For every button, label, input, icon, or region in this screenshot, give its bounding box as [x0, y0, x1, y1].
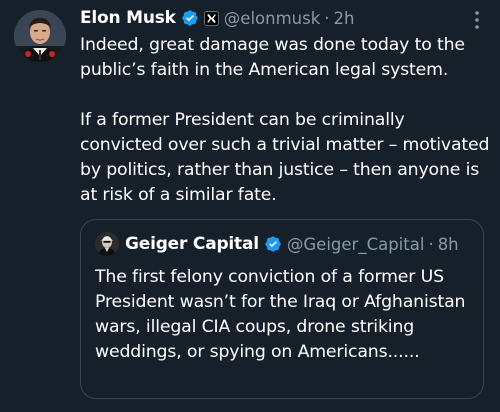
- quoted-author-avatar[interactable]: [95, 232, 119, 256]
- quoted-tweet-text: The first felony conviction of a former …: [95, 267, 466, 362]
- author-handle[interactable]: @elonmusk: [224, 9, 320, 28]
- tweet-header: Elon Musk @elonmusk · 2h: [80, 6, 355, 30]
- author-avatar[interactable]: [14, 10, 66, 62]
- timestamp[interactable]: 2h: [334, 9, 355, 28]
- quoted-author-name[interactable]: Geiger Capital: [125, 234, 259, 254]
- separator-dot: ·: [324, 8, 330, 28]
- more-options-icon[interactable]: [474, 10, 480, 30]
- author-name[interactable]: Elon Musk: [80, 8, 176, 28]
- quoted-tweet-header: Geiger Capital @Geiger_Capital · 8h: [95, 232, 459, 256]
- quoted-author-handle[interactable]: @Geiger_Capital: [287, 235, 425, 254]
- tweet[interactable]: Elon Musk @elonmusk · 2h Indeed, great d…: [0, 0, 500, 412]
- quoted-tweet[interactable]: Geiger Capital @Geiger_Capital · 8h The …: [80, 219, 484, 399]
- quoted-verified-badge-icon[interactable]: [264, 235, 282, 253]
- quoted-timestamp[interactable]: 8h: [438, 235, 459, 254]
- quoted-separator-dot: ·: [428, 234, 434, 254]
- tweet-text: Indeed, great damage was done today to t…: [80, 35, 490, 205]
- verified-badge-icon[interactable]: [181, 9, 199, 27]
- x-logo-icon[interactable]: [203, 10, 219, 26]
